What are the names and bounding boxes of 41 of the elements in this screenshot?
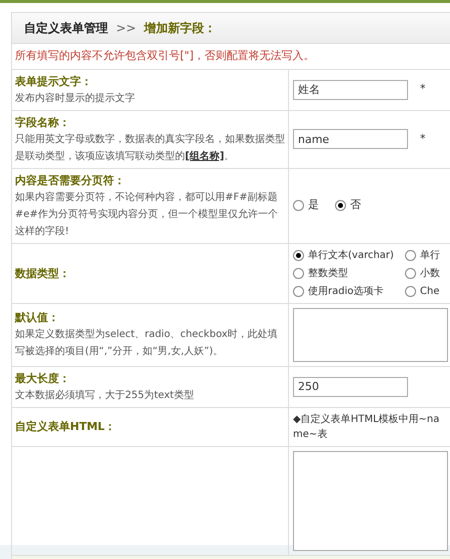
radio-button[interactable]	[293, 286, 304, 296]
radio-option[interactable]: 小数	[405, 266, 440, 280]
radio-button[interactable]	[293, 200, 304, 211]
text-area[interactable]	[293, 308, 448, 362]
radio-option[interactable]: 否	[335, 197, 361, 214]
field-description: 发布内容时显示的提示文字	[15, 92, 136, 106]
breadcrumb-current: 增加新字段：	[144, 20, 216, 37]
field-label: 字段名称：	[15, 114, 71, 130]
radio-button[interactable]	[335, 200, 346, 211]
required-mark: *	[420, 130, 426, 147]
breadcrumb-separator: >>	[116, 20, 136, 37]
radio-button[interactable]	[405, 286, 416, 296]
radio-option[interactable]: 单行文本(varchar)	[293, 248, 405, 262]
field-label: 表单提示文字：	[15, 74, 93, 90]
radio-button[interactable]	[293, 250, 304, 260]
field-description: 如果内容需要分页符，不论何种内容，都可以用#F#副标题#e#作为分页符号实现内容分页，但一个模型里仅允许一个这样的字段!	[15, 190, 279, 238]
field-label: 内容是否需要分页符：	[15, 172, 126, 188]
text-field[interactable]: name	[293, 129, 408, 149]
radio-option[interactable]: 是	[293, 197, 319, 214]
text-area[interactable]	[293, 450, 448, 550]
notice-text: 所有填写的内容不允许包含双引号["]，否则配置将无法写入。	[15, 49, 315, 62]
text-field[interactable]: 250	[293, 376, 408, 396]
radio-option[interactable]: Che	[405, 284, 440, 298]
radio-option[interactable]: 单行	[405, 248, 440, 262]
required-mark: *	[420, 81, 426, 98]
field-description: 如果定义数据类型为select、radio、checkbox时，此处填写被选择的项目(用“,”分开，如“男,女,人妖”)。	[15, 328, 279, 359]
radio-button[interactable]	[293, 268, 304, 278]
field-label: 自定义表单HTML：	[15, 419, 117, 435]
field-label: 数据类型：	[15, 266, 71, 282]
radio-button[interactable]	[405, 268, 416, 278]
field-description: 只能用英文字母或数字，数据表的真实字段名，如果数据类型是联动类型，该项应该填写联动类型的[组名称]。	[15, 132, 285, 164]
field-description: 文本数据必须填写，大于255为text类型	[15, 388, 195, 402]
field-label: 默认值：	[15, 310, 60, 326]
note-text: ◆自定义表单HTML模板中用~name~表	[293, 412, 440, 442]
radio-option[interactable]: 使用radio选项卡	[293, 284, 405, 298]
radio-option[interactable]: 整数类型	[293, 266, 405, 280]
group-name-link[interactable]: [组名称]	[185, 150, 224, 162]
text-field[interactable]: 姓名	[293, 80, 408, 100]
breadcrumb-root: 自定义表单管理	[24, 20, 108, 37]
field-label: 最大长度：	[15, 370, 71, 386]
radio-button[interactable]	[405, 250, 416, 260]
